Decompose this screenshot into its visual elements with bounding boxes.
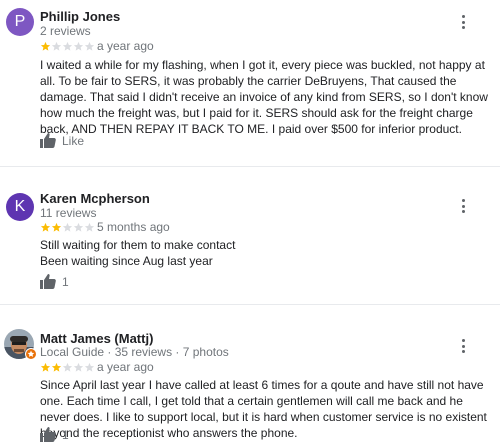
- divider: [0, 166, 500, 167]
- avatar-initial: P: [14, 13, 26, 30]
- more-vert-icon: [461, 199, 465, 202]
- star-icon: [84, 362, 95, 372]
- review-date: a year ago: [97, 39, 154, 53]
- reviewer-meta[interactable]: 11 reviews: [40, 206, 96, 220]
- avatar[interactable]: P: [6, 8, 34, 36]
- star-icon: [51, 222, 62, 232]
- review-card: K Karen Mcpherson 11 reviews 5 months ag…: [0, 185, 500, 305]
- star-icon: [84, 222, 95, 232]
- review-text-line: Still waiting for them to make contact: [40, 238, 236, 252]
- review-text: Still waiting for them to make contact B…: [40, 237, 492, 269]
- star-icon: [62, 222, 73, 232]
- avatar-initial: K: [14, 198, 26, 215]
- avatar[interactable]: [4, 329, 37, 360]
- star-icon: [51, 41, 62, 51]
- review-text: Since April last year I have called at l…: [40, 378, 487, 440]
- reviewer-meta[interactable]: 2 reviews: [40, 24, 91, 38]
- star-icon: [84, 41, 95, 51]
- more-options-button[interactable]: [456, 13, 470, 31]
- more-vert-icon: [461, 339, 465, 342]
- reviewer-name[interactable]: Matt James (Mattj): [40, 331, 153, 346]
- avatar[interactable]: K: [6, 193, 34, 221]
- thumb-up-icon: [40, 427, 56, 442]
- thumb-up-icon: [40, 274, 56, 289]
- more-vert-icon: [461, 15, 465, 18]
- star-rating: [40, 222, 95, 233]
- reviewer-name[interactable]: Phillip Jones: [40, 9, 120, 24]
- more-options-button[interactable]: [456, 197, 470, 215]
- star-icon: [62, 41, 73, 51]
- star-icon: [73, 41, 84, 51]
- divider: [0, 304, 500, 305]
- like-button[interactable]: 1: [40, 427, 69, 442]
- star-icon: [40, 362, 51, 372]
- thumb-up-icon: [40, 133, 56, 148]
- star-rating: [40, 362, 95, 373]
- star-rating: [40, 41, 95, 52]
- review-text-line: Been waiting since Aug last year: [40, 254, 213, 268]
- like-label: Like: [62, 133, 85, 148]
- reviewer-name[interactable]: Karen Mcpherson: [40, 191, 150, 206]
- star-icon: [73, 362, 84, 372]
- more-options-button[interactable]: [456, 337, 470, 355]
- star-icon: [40, 222, 51, 232]
- star-icon: [62, 362, 73, 372]
- star-icon: [73, 222, 84, 232]
- like-count: 1: [62, 427, 69, 442]
- star-icon: [51, 362, 62, 372]
- like-button[interactable]: Like: [40, 133, 84, 148]
- like-count: 1: [62, 274, 69, 289]
- review-date: 5 months ago: [97, 220, 170, 234]
- like-button[interactable]: 1: [40, 274, 69, 289]
- review-card: P Phillip Jones 2 reviews a year ago I w…: [0, 0, 500, 175]
- review-text: I waited a while for my flashing, when I…: [40, 58, 488, 136]
- reviewer-meta[interactable]: Local Guide · 35 reviews · 7 photos: [40, 345, 229, 359]
- local-guide-badge-icon: [25, 348, 37, 360]
- review-date: a year ago: [97, 360, 154, 374]
- star-icon: [40, 41, 51, 51]
- review-card: Matt James (Mattj) Local Guide · 35 revi…: [0, 325, 500, 446]
